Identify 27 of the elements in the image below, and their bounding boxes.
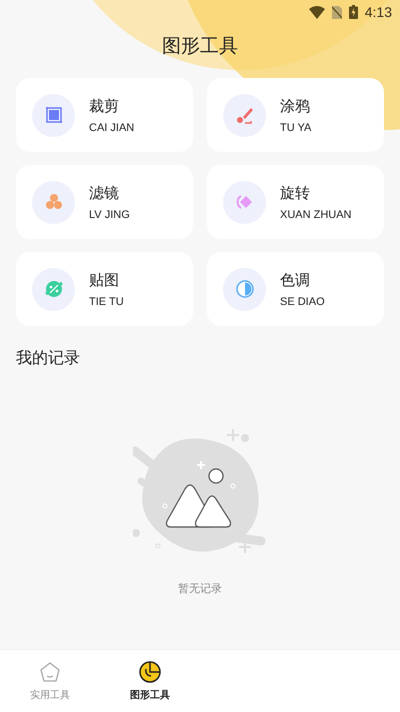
tool-pinyin: SE DIAO (280, 296, 325, 308)
tool-name: 贴图 (89, 270, 120, 290)
tool-card[interactable]: 涂鸦 TU YA (207, 78, 384, 152)
tool-name: 色调 (280, 270, 311, 290)
tool-card[interactable]: 贴图 TIE TU (16, 252, 193, 326)
tool-pinyin: CAI JIAN (89, 122, 134, 134)
nav-tab[interactable]: 图形工具 (100, 650, 200, 712)
nav-tab[interactable]: 实用工具 (0, 650, 100, 712)
tool-pinyin: LV JING (89, 208, 130, 220)
pentagon-face-icon (38, 660, 62, 684)
tool-card[interactable]: 旋转 XUAN ZHUAN (207, 165, 384, 239)
tool-name: 旋转 (280, 184, 311, 202)
tool-name: 裁剪 (89, 96, 120, 116)
tool-card[interactable]: 滤镜 LV JING (16, 165, 193, 239)
tool-pinyin: XUAN ZHUAN (280, 208, 352, 220)
wifi-icon (308, 6, 325, 18)
tool-card[interactable]: 色调 SE DIAO (207, 252, 384, 326)
page-title: 图形工具 (161, 35, 239, 59)
tool-pinyin: TIE TU (89, 296, 124, 308)
empty-message: 暂无记录 (178, 582, 222, 596)
tool-name: 涂鸦 (280, 96, 311, 116)
tool-card[interactable]: 裁剪 CAI JIAN (16, 78, 193, 152)
status-time: 4:13 (364, 4, 392, 20)
section-title: 我的记录 (16, 348, 81, 369)
pie-chart-icon (138, 660, 162, 684)
tool-pinyin: TU YA (280, 122, 312, 134)
tool-name: 滤镜 (89, 184, 120, 202)
